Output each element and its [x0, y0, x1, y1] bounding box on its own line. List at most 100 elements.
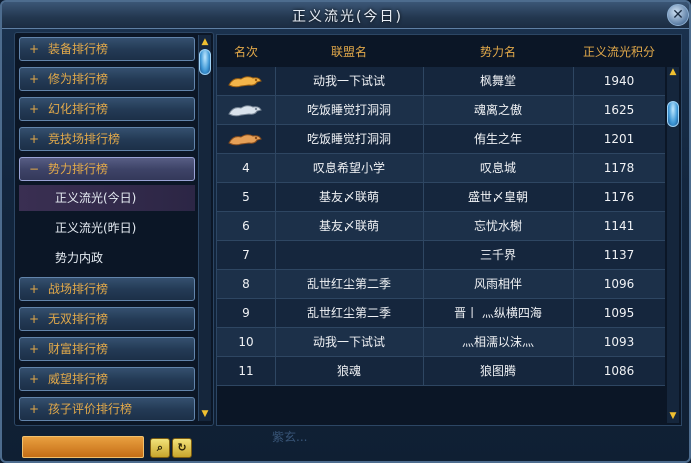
category-battlefield[interactable]: + 战场排行榜	[19, 277, 195, 301]
score-cell: 1625	[603, 103, 635, 117]
scroll-thumb[interactable]	[667, 101, 679, 127]
table-scrollbar[interactable]: ▲ ▼	[667, 67, 679, 423]
column-divider	[423, 270, 424, 298]
category-prestige[interactable]: + 威望排行榜	[19, 367, 195, 391]
table-row[interactable]: 7 三千界 1137	[217, 241, 665, 270]
column-divider	[573, 67, 574, 95]
alliance-cell: 乱世红尘第二季	[306, 306, 391, 320]
expand-icon: +	[28, 132, 40, 146]
alliance-cell: 叹息希望小学	[312, 161, 385, 175]
column-divider	[573, 96, 574, 124]
table-row[interactable]: 4 叹息希望小学 叹息城 1178	[217, 154, 665, 183]
column-divider	[423, 241, 424, 269]
expand-icon: +	[28, 102, 40, 116]
column-divider	[573, 328, 574, 356]
score-cell: 1137	[603, 248, 635, 262]
table-row[interactable]: 吃饭睡觉打洞洞 侑生之年 1201	[217, 125, 665, 154]
score-cell: 1141	[603, 219, 635, 233]
alliance-cell: 动我一下试试	[312, 335, 385, 349]
column-divider	[275, 270, 276, 298]
table-row[interactable]: 9 乱世红尘第二季 晋丨 灬纵横四海 1095	[217, 299, 665, 328]
magnifier-icon[interactable]: ⌕	[150, 438, 170, 458]
column-divider	[275, 183, 276, 211]
table-row[interactable]: 5 基友〆联萌 盛世〆皇朝 1176	[217, 183, 665, 212]
silver-beast-medal-icon	[228, 105, 262, 117]
table-row[interactable]: 11 狼魂 狼图腾 1086	[217, 357, 665, 386]
header-rank: 名次	[233, 45, 258, 59]
header-alliance: 联盟名	[330, 45, 367, 59]
faction-cell: 狼图腾	[479, 364, 516, 378]
faction-cell: 灬相濡以沫灬	[461, 335, 534, 349]
column-divider	[423, 125, 424, 153]
column-divider	[275, 125, 276, 153]
category-arena[interactable]: + 竞技场排行榜	[19, 127, 195, 151]
score-cell: 1096	[603, 277, 635, 291]
category-cultivation[interactable]: + 修为排行榜	[19, 67, 195, 91]
alliance-cell: 吃饭睡觉打洞洞	[306, 132, 391, 146]
scroll-up-icon[interactable]: ▲	[668, 67, 678, 77]
column-divider	[573, 125, 574, 153]
score-cell: 1093	[603, 335, 635, 349]
category-label: 威望排行榜	[48, 372, 109, 386]
column-divider	[573, 212, 574, 240]
alliance-cell: 基友〆联萌	[318, 190, 379, 204]
rank-cell: 9	[242, 306, 250, 320]
expand-icon: +	[28, 342, 40, 356]
column-divider	[275, 241, 276, 269]
column-divider	[423, 357, 424, 385]
table-row[interactable]: 10 动我一下试试 灬相濡以沫灬 1093	[217, 328, 665, 357]
category-label: 无双排行榜	[48, 312, 109, 326]
table-row[interactable]: 动我一下试试 枫舞堂 1940	[217, 67, 665, 96]
alliance-cell	[275, 241, 423, 269]
scroll-up-icon[interactable]: ▲	[200, 37, 210, 47]
table-row[interactable]: 6 基友〆联萌 忘忧水榭 1141	[217, 212, 665, 241]
column-divider	[275, 154, 276, 182]
column-divider	[423, 67, 424, 95]
title-bar[interactable]: 正义流光(今日) ✕	[2, 2, 689, 29]
column-divider	[275, 328, 276, 356]
category-child-rating[interactable]: + 孩子评价排行榜	[19, 397, 195, 421]
subitem-faction-affairs[interactable]: 势力内政	[19, 245, 195, 271]
refresh-icon[interactable]: ↻	[172, 438, 192, 458]
faction-cell: 三千界	[479, 248, 516, 262]
alliance-cell: 狼魂	[336, 364, 361, 378]
scroll-down-icon[interactable]: ▼	[668, 411, 678, 421]
score-cell: 1178	[603, 161, 635, 175]
category-wealth[interactable]: + 财富排行榜	[19, 337, 195, 361]
column-divider	[573, 357, 574, 385]
gold-beast-medal-icon	[228, 76, 262, 88]
score-cell: 1095	[603, 306, 635, 320]
bronze-beast-medal-icon	[228, 134, 262, 146]
column-divider	[275, 96, 276, 124]
table-row[interactable]: 8 乱世红尘第二季 风雨相伴 1096	[217, 270, 665, 299]
column-divider	[573, 241, 574, 269]
subitem-justice-yesterday[interactable]: 正义流光(昨日)	[19, 215, 195, 241]
category-label: 财富排行榜	[48, 342, 109, 356]
faction-cell: 盛世〆皇朝	[467, 190, 528, 204]
category-label: 幻化排行榜	[48, 102, 109, 116]
expand-icon: +	[28, 72, 40, 86]
column-divider	[573, 270, 574, 298]
subitem-justice-today[interactable]: 正义流光(今日)	[19, 185, 195, 211]
column-divider	[423, 183, 424, 211]
category-transform[interactable]: + 幻化排行榜	[19, 97, 195, 121]
category-faction[interactable]: − 势力排行榜	[19, 157, 195, 181]
category-label: 孩子评价排行榜	[48, 402, 133, 416]
category-label: 修为排行榜	[48, 72, 109, 86]
header-faction: 势力名	[479, 45, 516, 59]
background-deco-text: 紫玄...	[272, 430, 308, 444]
score-cell: 1201	[603, 132, 635, 146]
scroll-thumb[interactable]	[199, 49, 211, 75]
category-unrivaled[interactable]: + 无双排行榜	[19, 307, 195, 331]
search-input[interactable]	[22, 436, 144, 458]
close-icon[interactable]: ✕	[667, 4, 689, 26]
faction-cell: 忘忧水榭	[473, 219, 522, 233]
column-divider	[275, 212, 276, 240]
sidebar-scrollbar[interactable]: ▲ ▼	[198, 35, 211, 421]
rank-cell: 7	[242, 248, 250, 262]
table-row[interactable]: 吃饭睡觉打洞洞 魂离之傲 1625	[217, 96, 665, 125]
category-equipment[interactable]: + 装备排行榜	[19, 37, 195, 61]
scroll-down-icon[interactable]: ▼	[200, 409, 210, 419]
column-divider	[573, 183, 574, 211]
expand-icon: +	[28, 282, 40, 296]
